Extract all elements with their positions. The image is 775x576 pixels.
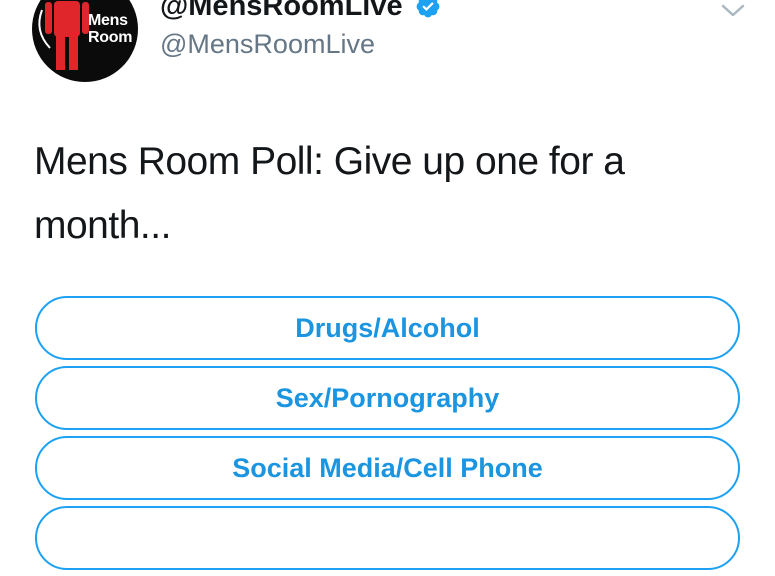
chevron-down-icon[interactable]: [720, 2, 746, 20]
avatar-text-line2: Room: [88, 29, 133, 46]
verified-badge-icon: [416, 0, 440, 18]
user-handle[interactable]: @MensRoomLive: [160, 28, 375, 60]
avatar-text-line1: Mens: [88, 12, 128, 29]
poll-option-drugs-alcohol[interactable]: Drugs/Alcohol: [35, 296, 740, 360]
poll-option-sex-pornography[interactable]: Sex/Pornography: [35, 366, 740, 430]
avatar[interactable]: Mens Room: [32, 0, 138, 82]
tweet-card: Mens Room @MensRoomLive @MensRoomLive Me…: [0, 0, 775, 570]
poll-option-fourth[interactable]: [35, 506, 740, 570]
avatar-logo-text: Mens Room: [88, 12, 132, 46]
poll: Drugs/Alcohol Sex/Pornography Social Med…: [35, 296, 740, 576]
display-name[interactable]: @MensRoomLive: [160, 0, 403, 22]
poll-option-social-media-cell-phone[interactable]: Social Media/Cell Phone: [35, 436, 740, 500]
tweet-text: Mens Room Poll: Give up one for a month.…: [34, 140, 625, 247]
